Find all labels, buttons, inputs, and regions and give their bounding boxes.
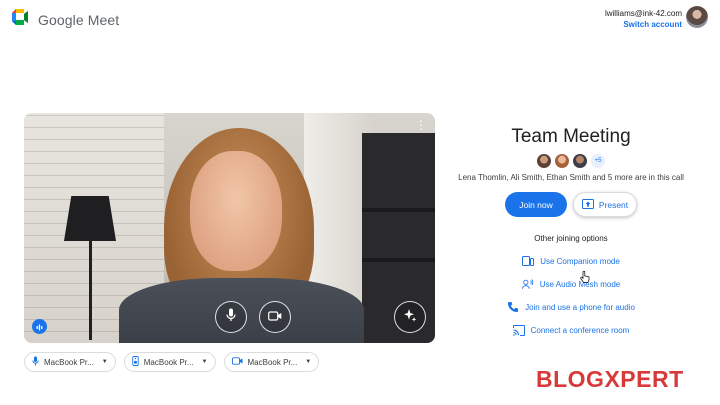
audio-level-icon — [36, 318, 43, 336]
cast-icon — [512, 324, 525, 336]
meet-logo-icon — [12, 9, 32, 30]
dropdown-caret-icon: ▼ — [201, 359, 208, 365]
join-actions: Join now Present — [440, 192, 702, 217]
participants-text: Lena Thomlin, Ali Smith, Ethan Smith and… — [458, 173, 684, 182]
meet-prejoin-screen: Google Meet lwilliams@ink-42.com Switch … — [0, 0, 720, 405]
toggle-camera-button[interactable] — [259, 301, 291, 333]
watermark: BLOGXPERT — [536, 366, 684, 392]
app-name: Google Meet — [38, 11, 120, 28]
hand-cursor-icon — [580, 270, 590, 288]
phone-icon — [507, 301, 519, 313]
avatar — [555, 154, 569, 168]
account-info: lwilliams@ink-42.com Switch account — [605, 8, 682, 30]
sparkle-icon — [403, 308, 417, 327]
account-avatar[interactable] — [686, 6, 708, 28]
present-button[interactable]: Present — [573, 192, 637, 217]
shelf-divider — [362, 208, 435, 212]
account-email: lwilliams@ink-42.com — [604, 9, 682, 18]
visual-effects-button[interactable] — [394, 301, 426, 333]
other-options-heading: Other joining options — [534, 234, 608, 243]
camera-select[interactable]: MacBook Pr... ▼ — [223, 352, 320, 372]
conference-room-label: Connect a conference room — [530, 325, 630, 335]
toggle-mic-button[interactable] — [215, 301, 247, 333]
participant-avatars: +5 — [440, 154, 702, 169]
avatar — [573, 154, 587, 168]
lamp — [64, 196, 116, 241]
switch-account-link[interactable]: Switch account — [605, 19, 682, 30]
person-face — [190, 151, 282, 271]
speaker-icon — [132, 356, 139, 368]
audio-mesh-icon — [521, 278, 534, 290]
microphone-select-label: MacBook Pr... — [44, 357, 94, 367]
audio-level-indicator — [32, 319, 47, 334]
join-now-button[interactable]: Join now — [505, 192, 567, 217]
companion-mode-label: Use Companion mode — [540, 256, 620, 266]
present-icon — [581, 198, 594, 211]
device-selectors: MacBook Pr... ▼ MacBook Pr... ▼ MacBook … — [24, 352, 320, 372]
phone-audio-label: Join and use a phone for audio — [525, 302, 635, 312]
lamp-pole — [89, 240, 92, 340]
self-video-preview: ⋮ — [24, 113, 435, 343]
join-panel: Team Meeting +5 Lena Thomlin, Ali Smith,… — [440, 126, 702, 336]
avatar — [537, 154, 551, 168]
mic-icon — [32, 356, 39, 368]
mic-icon — [225, 308, 237, 327]
shelf-divider — [362, 258, 435, 262]
other-joining-options: Use Companion mode Use Audio Mesh mode J… — [440, 255, 702, 336]
conference-room-option[interactable]: Connect a conference room — [512, 324, 630, 336]
dropdown-caret-icon: ▼ — [101, 359, 108, 365]
companion-mode-option[interactable]: Use Companion mode — [522, 255, 620, 267]
dropdown-caret-icon: ▼ — [305, 359, 312, 365]
camera-icon — [231, 357, 243, 367]
more-vert-icon[interactable]: ⋮ — [415, 119, 427, 131]
speaker-select[interactable]: MacBook Pr... ▼ — [123, 352, 216, 372]
present-button-label: Present — [598, 199, 629, 210]
meeting-title: Team Meeting — [511, 126, 631, 147]
more-participants-badge: +5 — [591, 154, 605, 168]
camera-select-label: MacBook Pr... — [247, 357, 298, 367]
audio-mesh-option[interactable]: Use Audio Mesh mode — [521, 278, 620, 290]
companion-icon — [522, 255, 535, 267]
camera-icon — [268, 308, 282, 326]
speaker-select-label: MacBook Pr... — [143, 357, 194, 367]
microphone-select[interactable]: MacBook Pr... ▼ — [24, 352, 116, 372]
phone-audio-option[interactable]: Join and use a phone for audio — [507, 301, 635, 313]
google-meet-logo[interactable]: Google Meet — [12, 9, 119, 30]
